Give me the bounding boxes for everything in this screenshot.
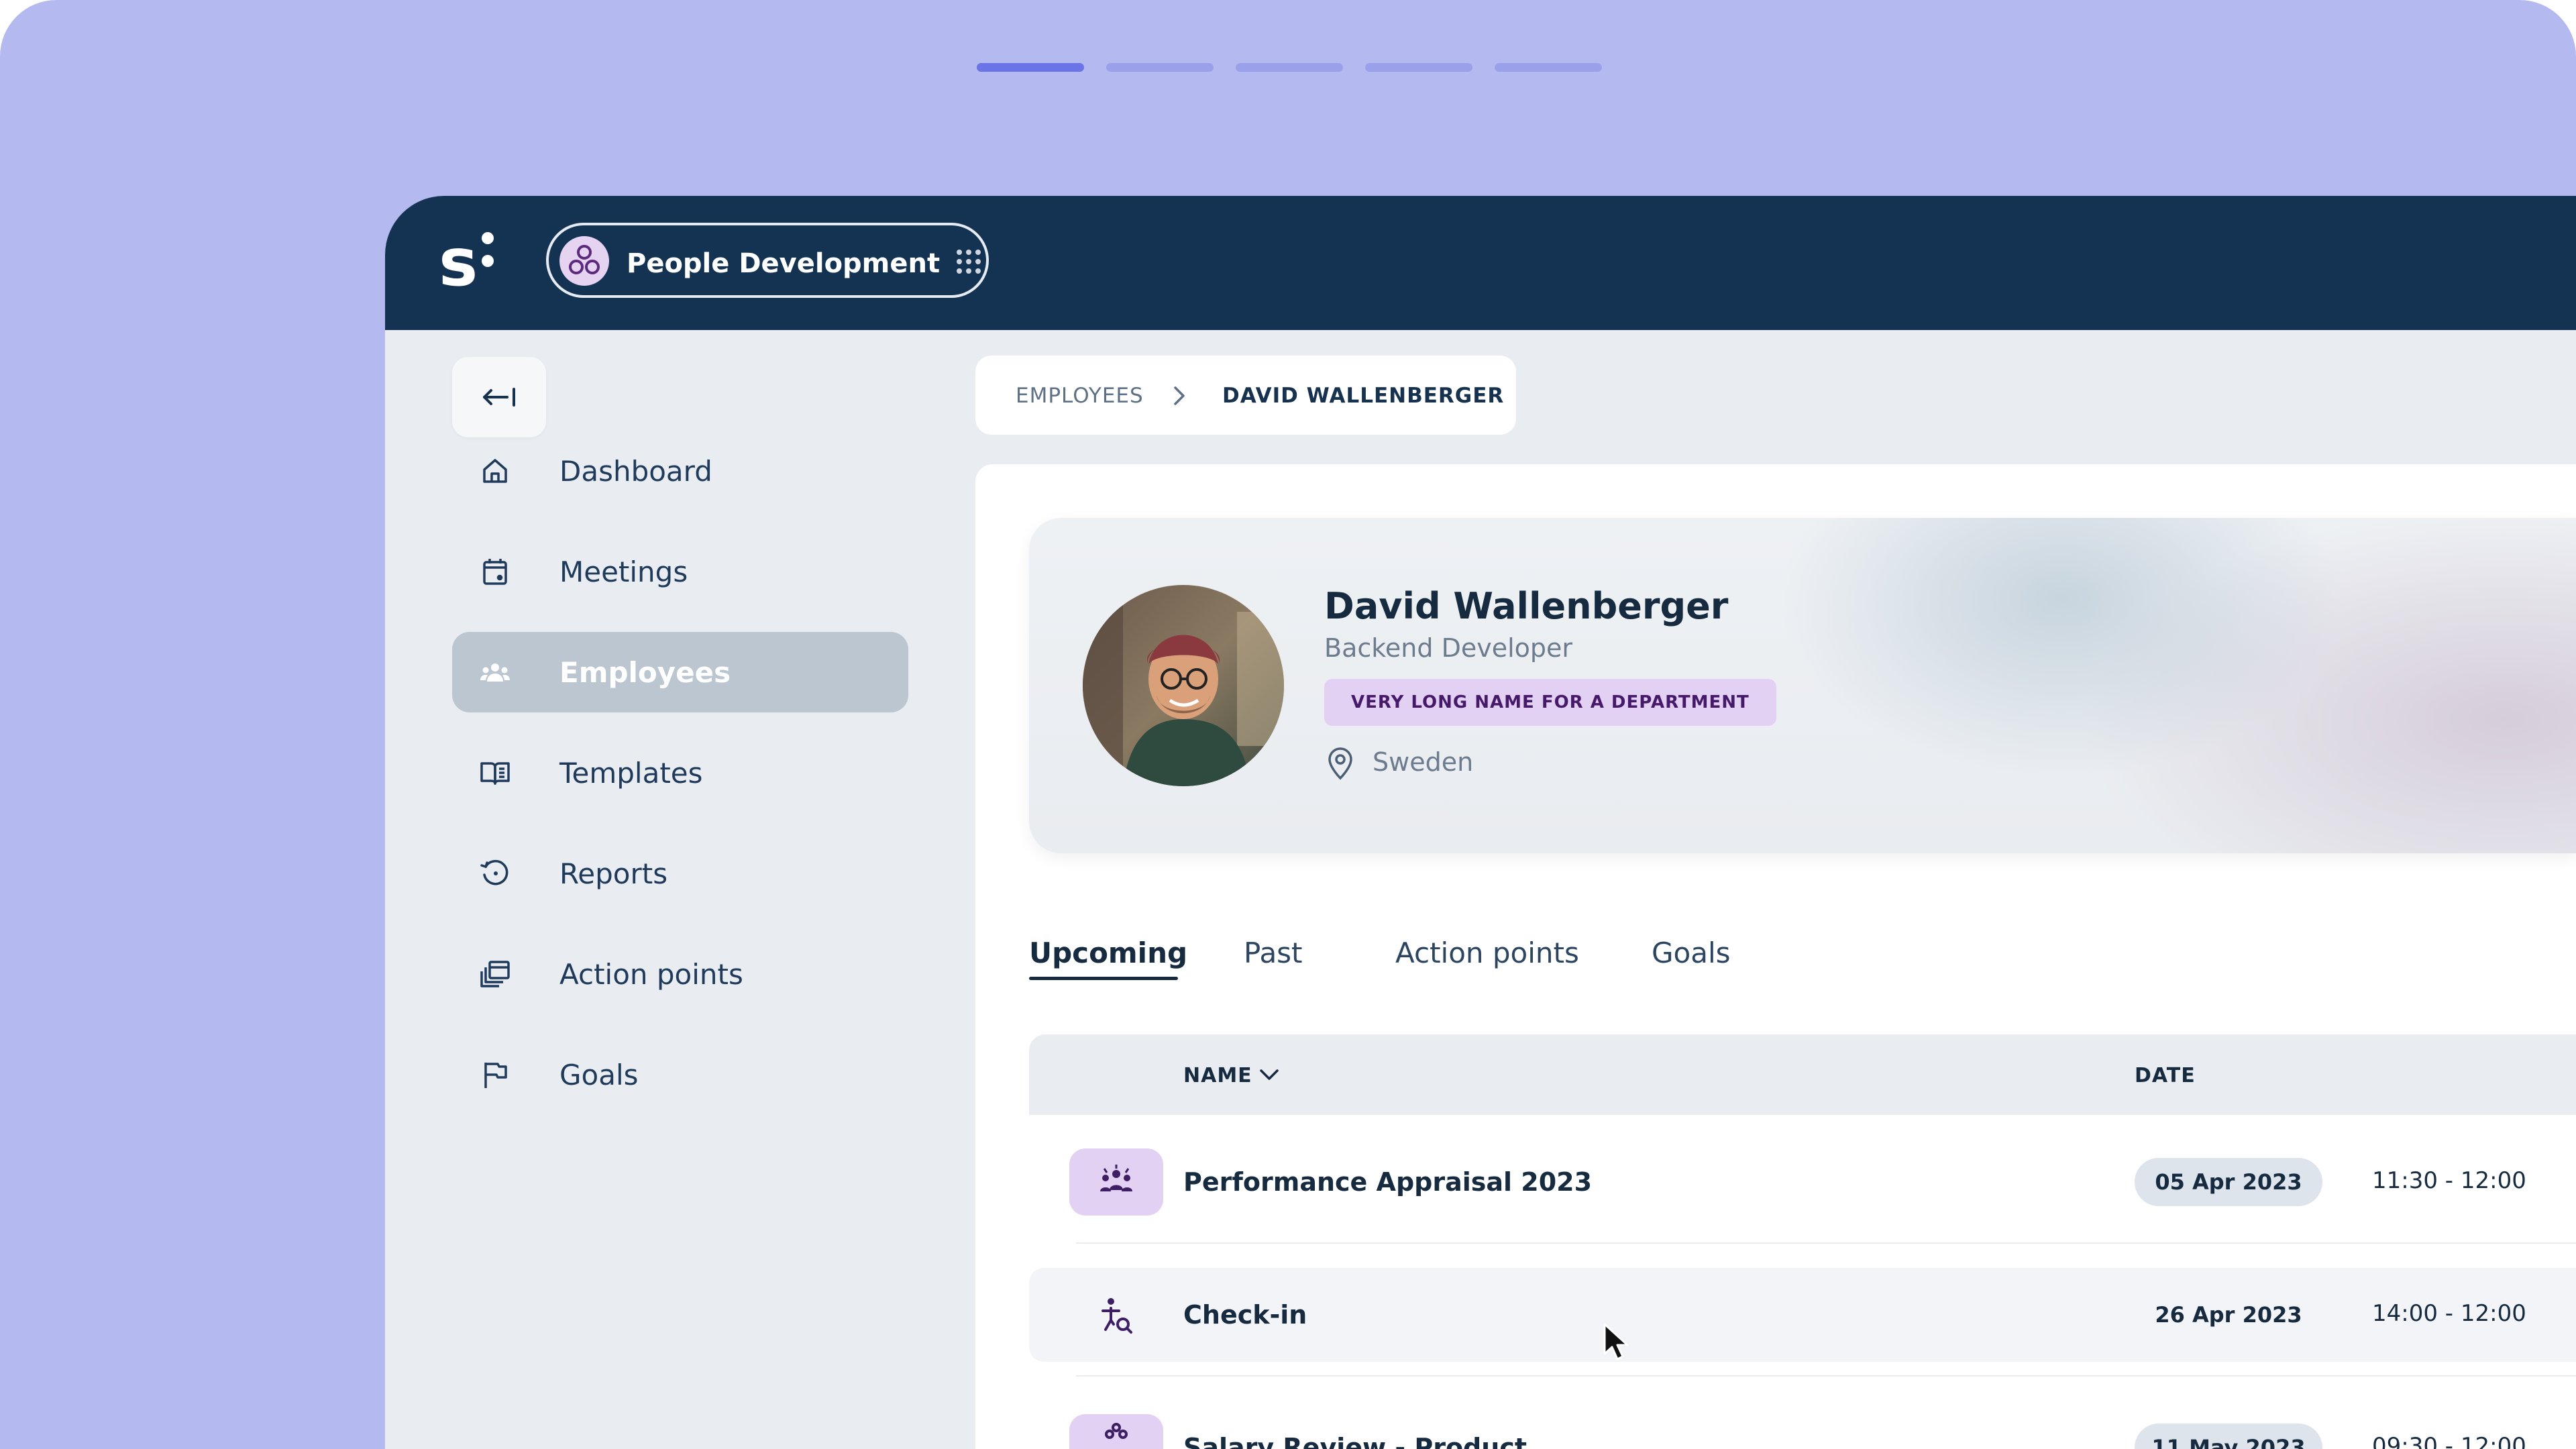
- meeting-time: 14:00 - 12:00: [2372, 1300, 2526, 1327]
- sidebar-item-label: Reports: [559, 857, 668, 890]
- column-header-date[interactable]: DATE: [2135, 1064, 2196, 1087]
- logo-letter: s: [439, 225, 478, 301]
- team-celebration-icon: [1069, 1148, 1163, 1216]
- employee-name: David Wallenberger: [1324, 585, 1729, 627]
- active-tab-indicator: [1029, 977, 1178, 980]
- department-badge: VERY LONG NAME FOR A DEPARTMENT: [1324, 679, 1776, 726]
- tab-upcoming[interactable]: Upcoming: [1029, 936, 1187, 969]
- column-header-name[interactable]: NAME: [1183, 1064, 1252, 1087]
- flag-icon: [484, 1063, 507, 1088]
- location-pin-icon: [1328, 747, 1352, 780]
- app-window: s People Development Dashboard Meetings …: [385, 196, 2576, 1449]
- meeting-time: 09:30 - 12:00: [2372, 1433, 2526, 1449]
- sidebar-item-label: Meetings: [559, 555, 688, 588]
- coins-icon: [1069, 1414, 1163, 1449]
- table-header: NAME DATE: [1029, 1034, 2576, 1115]
- person-search-icon: [1069, 1281, 1163, 1348]
- carousel-dot[interactable]: [1495, 63, 1602, 72]
- book-icon: [480, 762, 510, 785]
- collapse-sidebar-button[interactable]: [452, 357, 546, 437]
- sidebar-item-label: Goals: [559, 1059, 639, 1091]
- product-icon: [559, 236, 609, 286]
- carousel-indicator: [977, 63, 1602, 72]
- chevron-down-icon[interactable]: [1257, 1065, 1281, 1085]
- sidebar-item-label: Dashboard: [559, 455, 712, 488]
- app-logo[interactable]: s: [439, 229, 499, 297]
- meeting-date: 05 Apr 2023: [2135, 1158, 2322, 1206]
- sidebar-item-employees[interactable]: Employees: [452, 632, 908, 712]
- top-bar: s People Development: [385, 196, 2576, 330]
- home-icon: [483, 459, 507, 483]
- product-switcher[interactable]: People Development: [546, 223, 989, 298]
- chevron-right-icon: [1174, 386, 1185, 405]
- profile-card: David Wallenberger Backend Developer VER…: [1029, 518, 2576, 853]
- stack-icon: [480, 961, 510, 987]
- table-row[interactable]: Check-in 26 Apr 2023 14:00 - 12:00: [1029, 1268, 2576, 1362]
- sidebar-item-label: Templates: [559, 757, 703, 790]
- people-icon: [480, 663, 510, 682]
- presentation-frame: s People Development Dashboard Meetings …: [0, 0, 2576, 1449]
- history-icon: [480, 859, 508, 885]
- product-title: People Development: [627, 248, 941, 279]
- apps-grid-icon[interactable]: [955, 248, 982, 275]
- carousel-dot[interactable]: [977, 63, 1084, 72]
- sidebar-item-templates[interactable]: Templates: [452, 733, 908, 813]
- tab-action-points[interactable]: Action points: [1395, 936, 1579, 969]
- sidebar-item-label: Action points: [559, 958, 743, 991]
- meeting-name: Salary Review - Product: [1183, 1433, 1527, 1449]
- tab-goals[interactable]: Goals: [1652, 936, 1731, 969]
- sidebar: Dashboard Meetings Employees Templates R…: [385, 330, 975, 1449]
- mouse-cursor-icon: [1603, 1323, 1629, 1360]
- table-row[interactable]: Performance Appraisal 2023 05 Apr 2023 1…: [1029, 1135, 2576, 1229]
- carousel-dot[interactable]: [1236, 63, 1343, 72]
- meeting-name: Performance Appraisal 2023: [1183, 1167, 1593, 1197]
- meeting-date: 11 May 2023: [2135, 1424, 2322, 1449]
- sidebar-item-label: Employees: [559, 656, 731, 689]
- sidebar-item-goals[interactable]: Goals: [452, 1034, 908, 1115]
- sidebar-item-action-points[interactable]: Action points: [452, 934, 908, 1014]
- calendar-icon: [483, 559, 507, 585]
- carousel-dot[interactable]: [1106, 63, 1214, 72]
- sidebar-item-dashboard[interactable]: Dashboard: [452, 431, 908, 511]
- carousel-dot[interactable]: [1365, 63, 1472, 72]
- breadcrumb: EMPLOYEES DAVID WALLENBERGER: [975, 356, 1516, 435]
- avatar: [1083, 585, 1284, 786]
- main-content: David Wallenberger Backend Developer VER…: [975, 464, 2576, 1449]
- sidebar-item-reports[interactable]: Reports: [452, 833, 908, 914]
- sidebar-item-meetings[interactable]: Meetings: [452, 531, 908, 612]
- arrow-left-bar-icon: [483, 388, 515, 407]
- location-text: Sweden: [1373, 747, 1474, 777]
- meeting-date: 26 Apr 2023: [2155, 1302, 2302, 1328]
- employee-role: Backend Developer: [1324, 633, 1572, 663]
- table-row[interactable]: Salary Review - Product 11 May 2023 09:3…: [1029, 1401, 2576, 1449]
- breadcrumb-current: DAVID WALLENBERGER: [1222, 384, 1505, 408]
- breadcrumb-employees-link[interactable]: EMPLOYEES: [1016, 384, 1144, 408]
- tab-past[interactable]: Past: [1244, 936, 1303, 969]
- meeting-name: Check-in: [1183, 1300, 1307, 1330]
- row-divider: [1076, 1375, 2576, 1377]
- meeting-time: 11:30 - 12:00: [2372, 1167, 2526, 1194]
- row-divider: [1076, 1242, 2576, 1244]
